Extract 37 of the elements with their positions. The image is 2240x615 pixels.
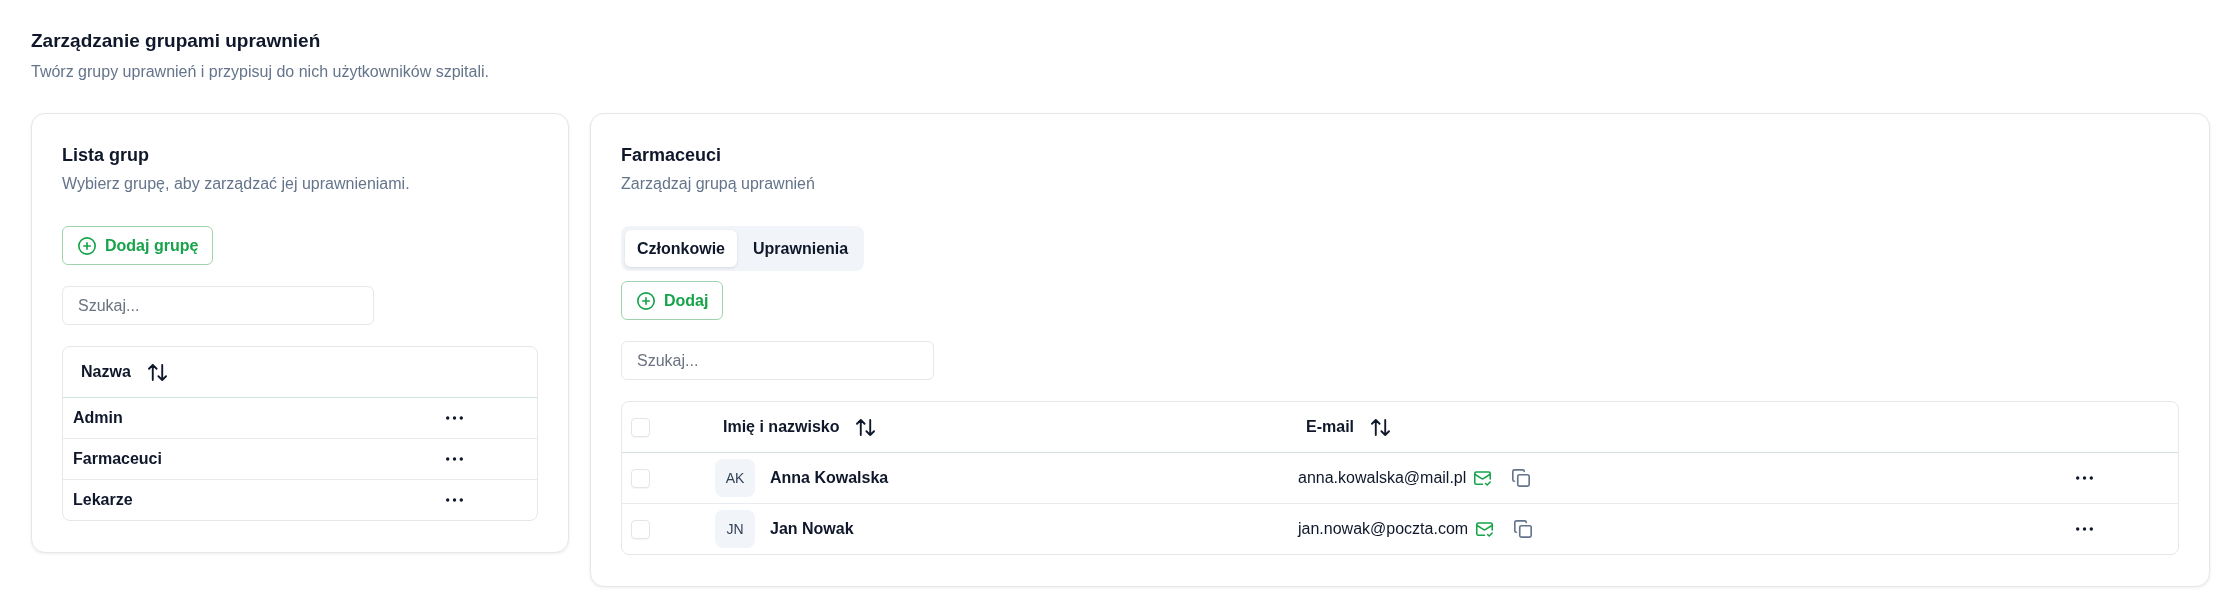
more-options-icon[interactable] [446, 457, 463, 461]
search-field[interactable]: Szukaj... [621, 341, 934, 380]
column-sort-button[interactable]: Imię i nazwisko [715, 410, 884, 444]
sort-arrows-icon [1371, 418, 1390, 436]
page-title: Zarządzanie grupami uprawnień [31, 29, 322, 53]
sort-arrows-icon [147, 363, 167, 381]
member-email: anna.kowalska@mail.pl [1298, 468, 1467, 488]
tab[interactable]: Uprawnienia [741, 230, 861, 267]
member-email: jan.nowak@poczta.com [1298, 519, 1469, 539]
sort-arrows-icon [856, 418, 876, 436]
card-subtitle: Wybierz grupę, aby zarządzać jej uprawnieniami. [62, 174, 411, 194]
group-name[interactable]: Admin [73, 409, 123, 426]
card-title: Lista grup [62, 144, 150, 167]
group-name[interactable]: Lekarze [73, 491, 133, 508]
more-options-icon[interactable] [2076, 527, 2093, 531]
card-subtitle: Zarządzaj grupą uprawnień [621, 174, 816, 194]
search-field[interactable]: Szukaj... [62, 286, 374, 325]
more-options-icon[interactable] [446, 498, 463, 502]
card-title: Farmaceuci [621, 144, 723, 167]
row-checkbox[interactable] [631, 468, 650, 488]
user-avatar: JN [715, 510, 755, 548]
column-sort-button[interactable]: Nazwa [73, 355, 175, 389]
copy-icon[interactable] [1512, 469, 1531, 487]
more-options-icon[interactable] [446, 416, 463, 420]
member-name: Jan Nowak [770, 519, 854, 539]
tab[interactable]: Członkowie [625, 230, 737, 267]
copy-icon[interactable] [1514, 520, 1533, 538]
column-sort-button[interactable]: E-mail [1298, 410, 1398, 444]
select-all-checkbox[interactable] [631, 417, 650, 437]
more-options-icon[interactable] [2076, 476, 2093, 480]
row-checkbox[interactable] [631, 519, 650, 539]
user-avatar: AK [715, 459, 755, 497]
page-subtitle: Twórz grupy uprawnień i przypisuj do nich użytkowników szpitali. [31, 62, 490, 82]
member-name: Anna Kowalska [770, 468, 889, 488]
plus-circle-icon [78, 236, 96, 255]
plus-circle-icon [637, 291, 655, 310]
group-name[interactable]: Farmaceuci [73, 450, 162, 467]
